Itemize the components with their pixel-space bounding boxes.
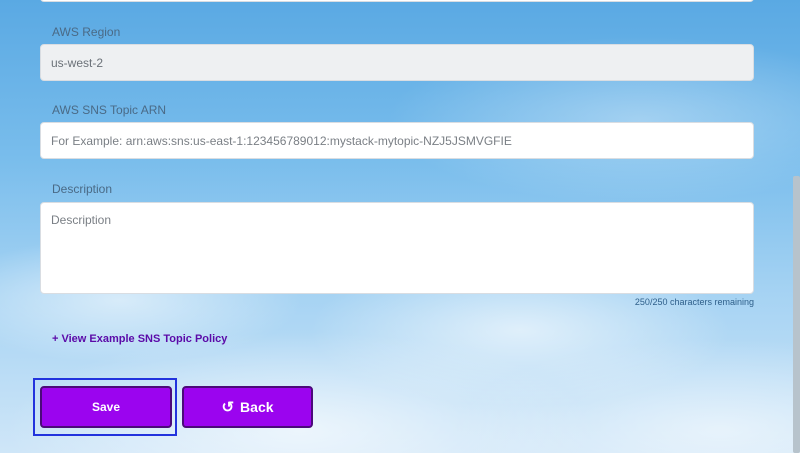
aws-region-field: us-west-2 (40, 44, 754, 81)
view-example-policy-link[interactable]: + View Example SNS Topic Policy (52, 333, 227, 345)
description-label: Description (52, 182, 113, 196)
aws-region-value: us-west-2 (51, 55, 104, 70)
scrollbar-thumb[interactable] (793, 176, 800, 453)
save-button-label: Save (91, 400, 121, 414)
back-button[interactable]: ↺ Back (182, 386, 313, 428)
description-placeholder: Description (51, 213, 112, 227)
sns-topic-arn-placeholder: For Example: arn:aws:sns:us-east-1:12345… (51, 133, 512, 148)
page-scrollbar[interactable] (792, 0, 800, 453)
previous-field-input[interactable] (40, 0, 754, 2)
back-button-label: Back (240, 399, 274, 415)
sns-topic-arn-label: AWS SNS Topic ARN (52, 103, 167, 117)
sns-topic-arn-input[interactable]: For Example: arn:aws:sns:us-east-1:12345… (40, 122, 754, 159)
description-textarea[interactable]: Description (40, 202, 754, 294)
description-char-count: 250/250 characters remaining (634, 297, 754, 307)
save-button[interactable]: Save (40, 386, 172, 428)
undo-arrow-icon: ↺ (221, 398, 235, 416)
aws-region-label: AWS Region (52, 25, 121, 39)
